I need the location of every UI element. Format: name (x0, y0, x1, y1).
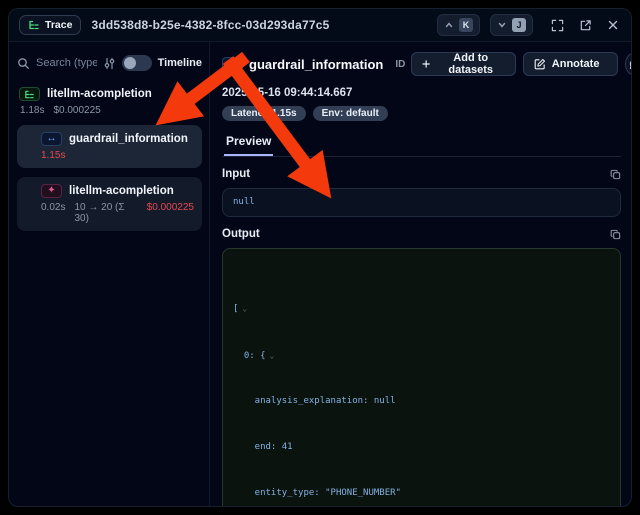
annotate-pencil-icon (534, 58, 546, 70)
shortcut-key-k: K (459, 18, 473, 32)
env-badge: Env: default (313, 106, 388, 121)
input-value-box: null (222, 188, 621, 217)
span-detail-panel: ↔ guardrail_information ID Add to datase… (210, 42, 631, 506)
filter-settings-icon[interactable] (103, 57, 116, 70)
span-icon: ↔ (41, 132, 62, 146)
span-latency: 1.15s (41, 150, 65, 161)
input-section-label: Input (222, 168, 250, 180)
span-latency: 0.02s (41, 202, 65, 224)
badge-row: Latency 1.15s Env: default (222, 106, 621, 121)
tree-span-litellm-acompletion[interactable]: ✦ litellm-acompletion 0.02s 10 → 20 (Σ 3… (17, 177, 202, 231)
output-json-box: [⌄ 0: {⌄ analysis_explanation: null end:… (222, 248, 621, 507)
chevron-up-icon (444, 20, 454, 30)
json-line: analysis_explanation: null (233, 396, 610, 407)
span-icon: ↔ (222, 57, 243, 71)
tree-span-guardrail-information[interactable]: ↔ guardrail_information 1.15s (17, 125, 202, 168)
span-timestamp: 2025-05-16 09:44:14.667 (222, 87, 621, 99)
trace-icon (19, 87, 40, 101)
annotate-label: Annotate (552, 58, 600, 70)
output-section-label: Output (222, 228, 260, 240)
chevron-up-icon[interactable] (173, 89, 183, 99)
collapse-chevron-icon[interactable]: ⌄ (270, 351, 275, 360)
chevron-down-icon (617, 60, 618, 69)
input-section: Input null (222, 166, 621, 217)
json-line: 0: {⌄ (233, 350, 610, 362)
json-line: [⌄ (233, 303, 610, 315)
topbar-icons (551, 19, 619, 32)
span-metrics: 0.02s 10 → 20 (Σ 30) $0.000225 (41, 202, 194, 224)
annotate-dropdown-button[interactable] (609, 53, 618, 75)
trace-tree-sidebar: Timeline litellm-acompletion (9, 42, 210, 506)
output-section: Output [⌄ 0: {⌄ analysis_explanation: nu… (222, 226, 621, 507)
expand-icon[interactable] (551, 19, 564, 32)
copy-output-icon[interactable] (610, 229, 621, 240)
root-latency: 1.18s (20, 105, 44, 116)
span-title: guardrail_information (249, 57, 383, 72)
annotate-button-group: Annotate (523, 52, 618, 76)
span-cost: $0.000225 (147, 202, 194, 224)
copy-input-icon[interactable] (610, 169, 621, 180)
span-header: ↔ guardrail_information ID Add to datase… (222, 52, 621, 76)
tree-root-label: litellm-acompletion (47, 88, 152, 100)
json-line: entity_type: "PHONE_NUMBER" (233, 488, 610, 499)
search-row: Timeline (17, 51, 202, 75)
trace-peek-window: Trace 3dd538d8-b25e-4382-8fcc-03d293da77… (8, 8, 632, 507)
list-tree-icon (24, 89, 35, 100)
span-label: guardrail_information (69, 133, 188, 145)
annotate-button[interactable]: Annotate (524, 53, 610, 75)
previous-trace-button[interactable]: K (437, 14, 480, 36)
detail-tabs: Preview (222, 132, 621, 157)
latency-badge: Latency 1.15s (222, 106, 306, 121)
list-tree-icon (28, 19, 40, 31)
tree-root-row[interactable]: litellm-acompletion 1.18s $0.000225 (17, 87, 202, 116)
shortcut-key-j: J (512, 18, 526, 32)
topbar: Trace 3dd538d8-b25e-4382-8fcc-03d293da77… (9, 9, 631, 42)
trace-type-badge: Trace (19, 15, 81, 35)
chevron-down-icon (497, 20, 507, 30)
timeline-toggle-label: Timeline (158, 57, 202, 69)
span-metrics: 1.15s (41, 150, 194, 161)
tree-root-metrics: 1.18s $0.000225 (19, 105, 200, 116)
timeline-toggle[interactable] (122, 55, 152, 71)
generation-sparkle-icon: ✦ (41, 184, 62, 198)
comments-button[interactable] (625, 52, 632, 76)
tree-controls (173, 89, 200, 99)
close-icon[interactable] (607, 19, 619, 31)
id-label: ID (395, 59, 405, 70)
tab-preview[interactable]: Preview (224, 134, 273, 156)
peek-body: Timeline litellm-acompletion (9, 42, 631, 506)
plus-icon (422, 59, 430, 69)
trace-id: 3dd538d8-b25e-4382-8fcc-03d293da77c5 (91, 18, 329, 32)
next-trace-button[interactable]: J (490, 14, 533, 36)
input-value: null (233, 197, 255, 207)
chat-bubble-icon (629, 58, 632, 70)
collapse-chevron-icon[interactable]: ⌄ (242, 304, 247, 313)
header-actions: Add to datasets Annotate (411, 52, 632, 76)
search-input[interactable] (36, 57, 97, 69)
trace-badge-label: Trace (45, 19, 72, 31)
toggle-knob (124, 57, 136, 69)
span-label: litellm-acompletion (69, 185, 174, 197)
root-cost: $0.000225 (53, 105, 100, 116)
collapse-all-icon[interactable] (190, 89, 200, 99)
open-in-new-tab-icon[interactable] (579, 19, 592, 32)
add-to-datasets-button[interactable]: Add to datasets (411, 52, 515, 76)
span-tokens: 10 → 20 (Σ 30) (74, 202, 137, 224)
json-line: end: 41 (233, 442, 610, 453)
add-to-datasets-label: Add to datasets (437, 52, 505, 76)
search-icon (17, 57, 30, 70)
